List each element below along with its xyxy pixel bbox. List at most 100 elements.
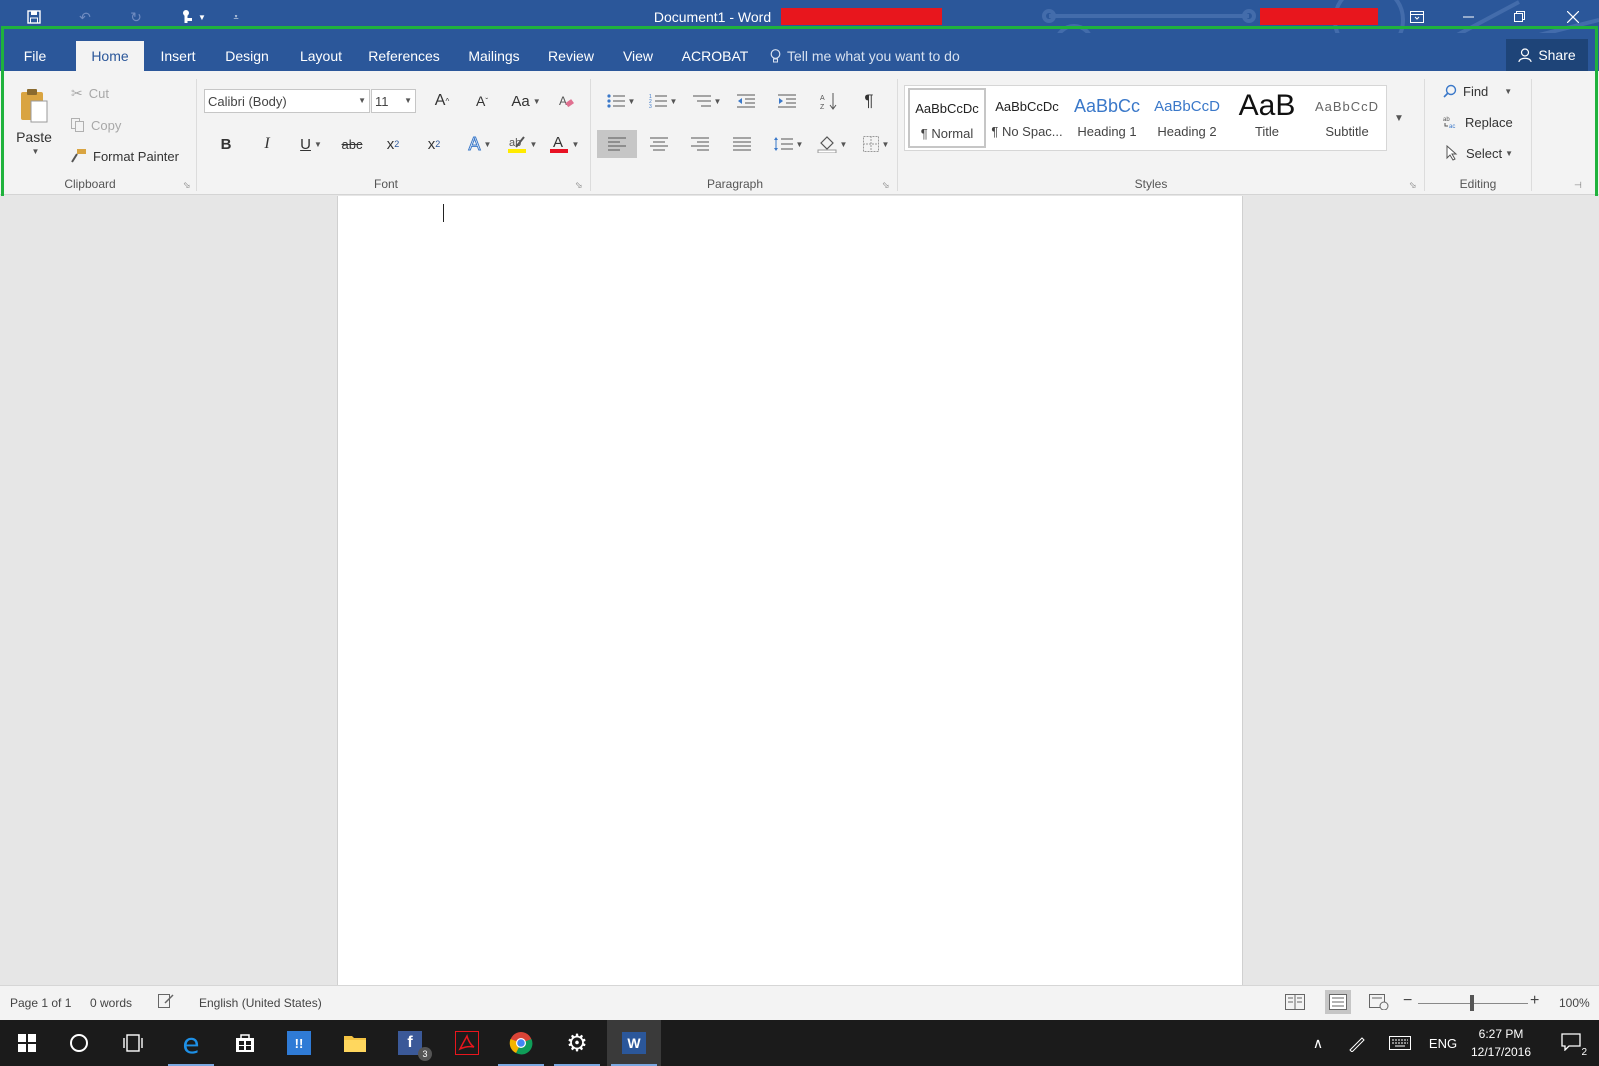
align-right-button[interactable] [686,132,714,156]
align-left-button[interactable] [597,130,637,158]
bullets-button[interactable]: ▼ [604,89,638,113]
app-blue-icon[interactable]: !! [272,1020,326,1066]
align-center-button[interactable] [645,132,673,156]
collapse-ribbon-icon[interactable]: ⊣ [1574,180,1582,191]
style-normal[interactable]: AaBbCcDc ¶ Normal [908,88,986,148]
select-button[interactable]: Select ▼ [1446,143,1513,163]
bold-button[interactable]: B [213,132,239,156]
style-title[interactable]: AaB Title [1228,88,1306,148]
text-effects-button[interactable]: A ▼ [464,132,496,156]
find-button[interactable]: Find ▼ [1443,81,1512,101]
page-count[interactable]: Page 1 of 1 [10,996,71,1010]
minimize-icon[interactable] [1444,0,1492,33]
font-name-combo[interactable]: Calibri (Body) ▼ [204,89,370,113]
print-layout-icon[interactable] [1325,990,1351,1014]
restore-icon[interactable] [1495,0,1543,33]
person-icon [1518,47,1532,62]
underline-button[interactable]: U ▼ [293,132,329,156]
language-status[interactable]: English (United States) [199,996,322,1010]
highlight-color-button[interactable]: ab ▼ [504,132,540,156]
group-divider [196,79,197,191]
read-mode-icon[interactable] [1285,994,1305,1013]
copy-button[interactable]: Copy [71,115,121,135]
ribbon-display-options-icon[interactable] [1393,0,1441,33]
windows-start-icon[interactable] [0,1020,54,1066]
tell-me-search[interactable]: Tell me what you want to do [770,41,960,71]
paste-icon [21,88,48,122]
clipboard-launcher-icon[interactable]: ⬂ [183,180,191,191]
superscript-button[interactable]: x2 [421,132,447,156]
share-button[interactable]: Share [1506,39,1588,71]
italic-button[interactable]: I [254,132,280,156]
shading-button[interactable]: ▼ [814,132,850,156]
cortana-icon[interactable] [52,1020,106,1066]
font-launcher-icon[interactable]: ⬂ [575,180,583,191]
tab-insert[interactable]: Insert [154,41,202,71]
task-view-icon[interactable] [106,1020,160,1066]
tab-home[interactable]: Home [76,41,144,71]
tab-mailings[interactable]: Mailings [463,41,525,71]
group-divider [1531,79,1532,191]
shrink-font-button[interactable]: Aˇ [467,89,497,113]
tab-file[interactable]: File [14,41,56,71]
tab-review[interactable]: Review [545,41,597,71]
style-no-spacing[interactable]: AaBbCcDc ¶ No Spac... [988,88,1066,148]
show-hidden-icons-chevron-up-icon[interactable]: ∧ [1306,1020,1330,1066]
styles-more-button[interactable]: ▼ [1387,85,1411,151]
tab-design[interactable]: Design [220,41,274,71]
file-explorer-icon[interactable] [328,1020,382,1066]
sort-button[interactable]: AZ [815,89,843,113]
change-case-button[interactable]: Aa ▼ [508,89,544,113]
replace-button[interactable]: ab ac Replace [1443,112,1513,132]
zoom-slider-thumb[interactable] [1470,995,1474,1011]
justify-button[interactable] [728,132,756,156]
styles-launcher-icon[interactable]: ⬂ [1409,180,1417,191]
zoom-level[interactable]: 100% [1559,996,1590,1010]
pen-workspace-icon[interactable] [1343,1020,1371,1066]
edge-browser-icon[interactable]: e [164,1020,218,1066]
facebook-icon[interactable]: f 3 [383,1020,437,1066]
line-spacing-button[interactable]: ▼ [770,132,806,156]
action-center-icon[interactable]: 2 [1554,1020,1588,1066]
proofing-icon[interactable] [158,994,174,1011]
web-layout-icon[interactable] [1369,994,1389,1013]
show-formatting-marks-button[interactable]: ¶ [856,89,882,113]
font-color-button[interactable]: A ▼ [546,132,582,156]
increase-indent-button[interactable] [773,89,801,113]
style-heading-2[interactable]: AaBbCcD Heading 2 [1148,88,1226,148]
close-icon[interactable] [1549,0,1597,33]
zoom-in-icon[interactable]: + [1530,992,1539,1010]
strikethrough-button[interactable]: abc [337,132,367,156]
style-heading-1[interactable]: AaBbCc Heading 1 [1068,88,1146,148]
numbering-button[interactable]: 123 ▼ [646,89,680,113]
cut-button[interactable]: ✂ Cut [71,83,109,103]
borders-button[interactable]: ▼ [858,132,894,156]
multilevel-list-button[interactable]: ▼ [690,89,724,113]
zoom-out-icon[interactable]: − [1403,992,1412,1010]
font-size-combo[interactable]: 11 ▼ [371,89,416,113]
tab-view[interactable]: View [617,41,659,71]
tab-layout[interactable]: Layout [294,41,348,71]
store-icon[interactable] [218,1020,272,1066]
grow-font-button[interactable]: A ^ [427,89,457,113]
acrobat-icon[interactable] [440,1020,494,1066]
chevron-down-icon: ▼ [1394,112,1404,124]
format-painter-button[interactable]: Format Painter [71,146,179,166]
settings-gear-icon[interactable]: ⚙ [550,1020,604,1066]
chrome-icon[interactable] [494,1020,548,1066]
word-count[interactable]: 0 words [90,996,132,1010]
input-language[interactable]: ENG [1428,1020,1458,1066]
decrease-indent-button[interactable] [732,89,760,113]
document-page[interactable] [337,196,1243,985]
clear-formatting-button[interactable]: A [554,89,578,113]
word-taskbar-icon[interactable]: W [607,1020,661,1066]
clock[interactable]: 6:27 PM 12/17/2016 [1464,1020,1538,1066]
style-subtitle[interactable]: AaBbCcD Subtitle [1308,88,1386,148]
scissors-icon: ✂ [71,84,83,101]
paragraph-launcher-icon[interactable]: ⬂ [882,180,890,191]
tab-references[interactable]: References [367,41,441,71]
subscript-button[interactable]: x2 [380,132,406,156]
tab-acrobat[interactable]: ACROBAT [679,41,751,71]
paste-button[interactable]: Paste ▼ [14,81,54,161]
touch-keyboard-icon[interactable] [1387,1020,1413,1066]
